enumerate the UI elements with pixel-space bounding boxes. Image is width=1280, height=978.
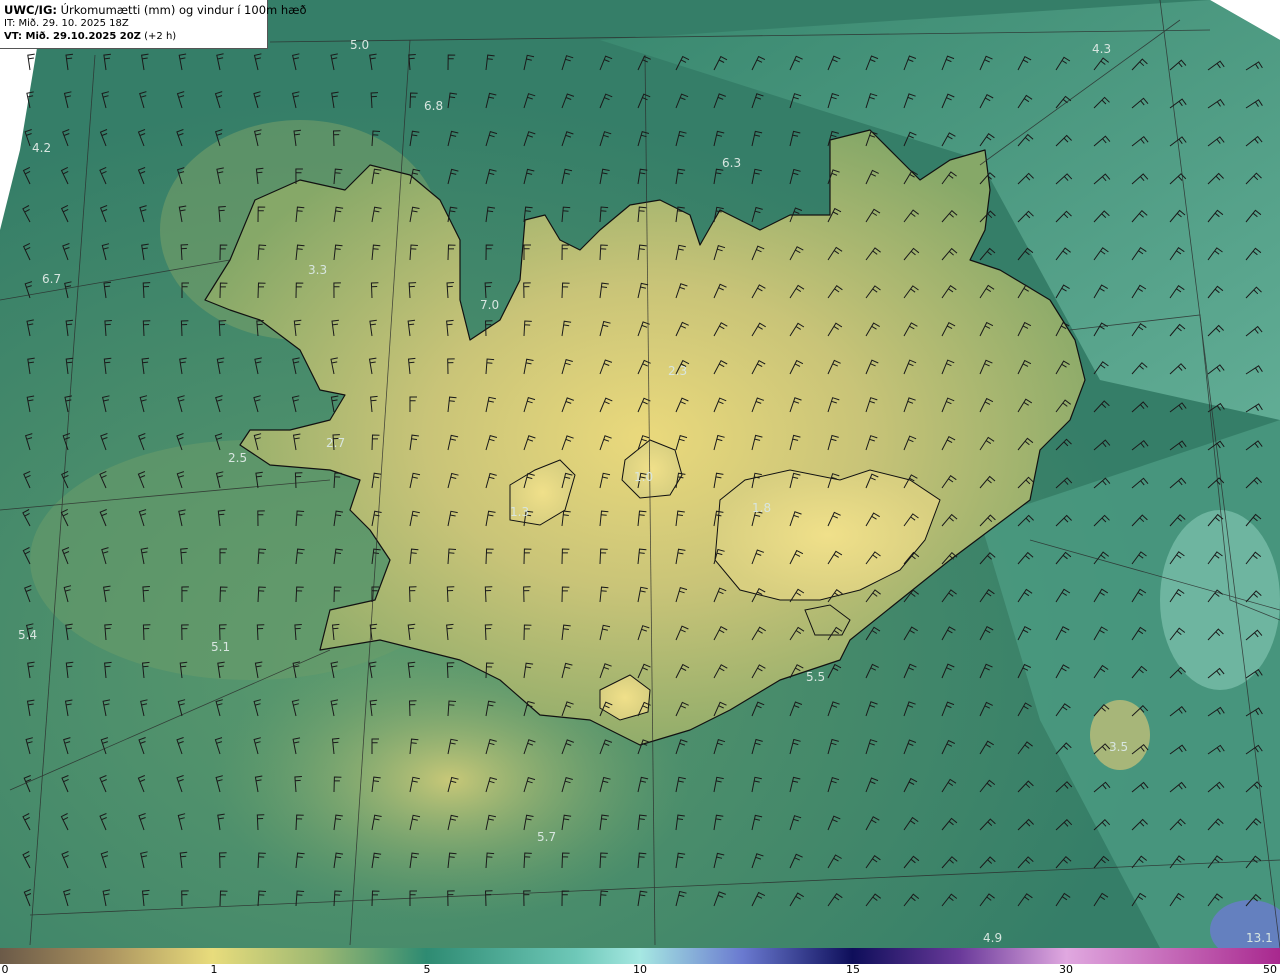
valid-time-line: VT: Mið. 29.10.2025 20Z (+2 h)	[4, 30, 263, 43]
value-label: 2.5	[228, 451, 247, 465]
colorbar-tick: 15	[846, 963, 860, 976]
map-header: UWC/IG: Úrkomumætti (mm) og vindur í 100…	[0, 0, 307, 49]
value-label: 4.2	[32, 141, 51, 155]
colorbar-tick: 0	[1, 963, 9, 976]
value-label: 5.5	[806, 670, 825, 684]
model-name: UWC/IG:	[4, 3, 57, 17]
value-label: 5.0	[350, 38, 369, 52]
title-line: UWC/IG: Úrkomumætti (mm) og vindur í 100…	[4, 3, 307, 17]
value-label: 3.5	[1109, 740, 1128, 754]
colorbar-tick: 30	[1059, 963, 1073, 976]
valid-time: VT: Mið. 29.10.2025 20Z	[4, 31, 141, 42]
value-label: 13.1	[1246, 931, 1273, 945]
valid-offset: (+2 h)	[144, 31, 177, 42]
value-label: 2.3	[668, 364, 687, 378]
colorbar-tick: 1	[210, 963, 218, 976]
colorbar-tick: 10	[633, 963, 647, 976]
value-label: 5.1	[211, 640, 230, 654]
value-label: 7.0	[480, 298, 499, 312]
value-label: 6.3	[722, 156, 741, 170]
value-label: 2.7	[326, 436, 345, 450]
value-label: 1.8	[752, 501, 771, 515]
value-label: 3.3	[308, 263, 327, 277]
value-label: 4.3	[1092, 42, 1111, 56]
weather-map: 5.0 4.3 6.8 4.2 6.3 3.3 6.7 7.0 2.3 2.7 …	[0, 0, 1280, 948]
value-label: 5.7	[537, 830, 556, 844]
value-label: 4.9	[983, 931, 1002, 945]
colorbar	[0, 948, 1280, 964]
colorbar-tick: 50	[1263, 963, 1277, 976]
colorbar-tick: 5	[423, 963, 431, 976]
value-label: 5.4	[18, 628, 37, 642]
init-time: IT: Mið. 29. 10. 2025 18Z	[4, 18, 129, 29]
product-name: Úrkomumætti (mm) og vindur í 100m hæð	[60, 3, 307, 17]
value-label: 6.8	[424, 99, 443, 113]
value-label: 1.3	[510, 505, 529, 519]
value-label: 1.0	[634, 470, 653, 484]
value-label: 6.7	[42, 272, 61, 286]
